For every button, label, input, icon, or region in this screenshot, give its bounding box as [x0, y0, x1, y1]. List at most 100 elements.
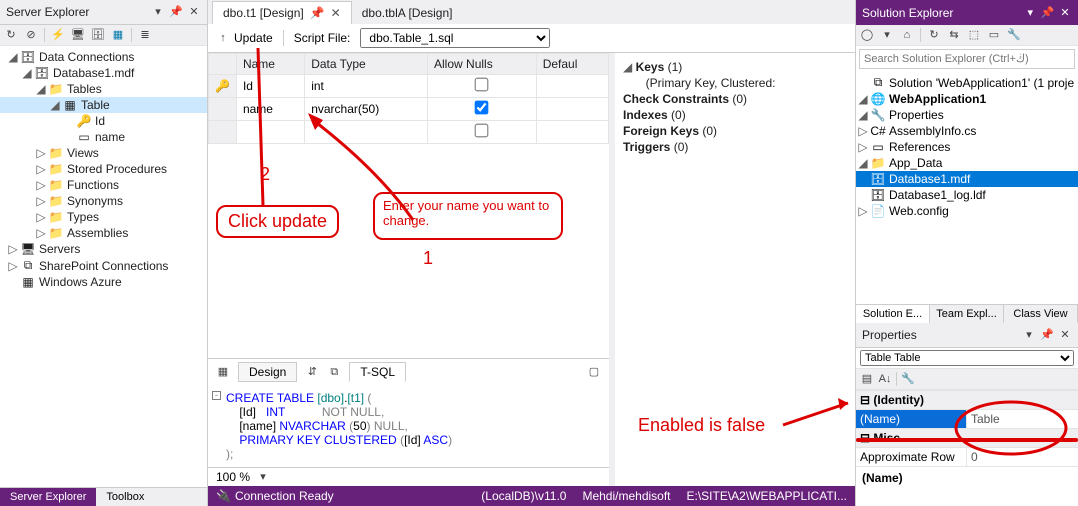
- tree-node[interactable]: ▷📁Stored Procedures: [0, 161, 207, 177]
- solution-tree-node[interactable]: ▷📄Web.config: [856, 203, 1078, 219]
- alphabetical-icon[interactable]: A↓: [878, 372, 892, 386]
- tab-class-view[interactable]: Class View: [1004, 305, 1078, 323]
- forward-icon[interactable]: ▾: [880, 28, 894, 42]
- tree-node[interactable]: ◢📁Tables: [0, 81, 207, 97]
- tab-server-explorer[interactable]: Server Explorer: [0, 488, 96, 506]
- sql-editor[interactable]: -CREATE TABLE [dbo].[t1] ( [Id] INT NOT …: [208, 385, 609, 467]
- columns-grid[interactable]: Name Data Type Allow Nulls Defaul 🔑Idint…: [208, 53, 609, 144]
- expand-icon[interactable]: ▢: [587, 365, 601, 379]
- property-row[interactable]: (Name)Table: [856, 410, 1078, 428]
- outline-toggle[interactable]: -: [212, 391, 221, 400]
- list-icon[interactable]: ≣: [138, 28, 152, 42]
- add-server-icon[interactable]: 🖥: [71, 28, 85, 42]
- script-file-select[interactable]: dbo.Table_1.sql: [360, 28, 550, 48]
- table-row[interactable]: namenvarchar(50): [209, 98, 609, 121]
- pin-icon[interactable]: 📌: [169, 5, 183, 19]
- solution-tree-node[interactable]: 🗄Database1.mdf: [856, 171, 1078, 187]
- back-icon[interactable]: ◯: [860, 28, 874, 42]
- solution-search-input[interactable]: [859, 49, 1075, 69]
- tree-node[interactable]: ▷⧉SharePoint Connections: [0, 257, 207, 274]
- zoom-dropdown-icon[interactable]: ▾: [256, 470, 270, 484]
- server-explorer-tree[interactable]: ◢🗄Data Connections◢🗄Database1.mdf◢📁Table…: [0, 46, 207, 487]
- dropdown-icon[interactable]: ▾: [1023, 6, 1037, 20]
- tree-node[interactable]: ▷📁Views: [0, 145, 207, 161]
- close-icon[interactable]: ✕: [187, 5, 201, 19]
- solution-tree-node[interactable]: ◢📁App_Data: [856, 155, 1078, 171]
- tree-node[interactable]: ▷📁Functions: [0, 177, 207, 193]
- property-category[interactable]: ⊟ (Identity): [856, 390, 1078, 410]
- tree-node[interactable]: ▭name: [0, 129, 207, 145]
- close-icon[interactable]: ✕: [1058, 6, 1072, 20]
- col-allownulls-header[interactable]: Allow Nulls: [428, 54, 537, 75]
- keys-section-header[interactable]: Triggers (0): [623, 139, 847, 155]
- tree-node[interactable]: ▷📁Assemblies: [0, 225, 207, 241]
- col-name-header[interactable]: Name: [236, 54, 304, 75]
- keys-item[interactable]: (Primary Key, Clustered:: [623, 75, 847, 91]
- table-row[interactable]: [209, 121, 609, 144]
- solution-tree-node[interactable]: 🗄Database1_log.ldf: [856, 187, 1078, 203]
- tab-design[interactable]: Design: [238, 362, 297, 382]
- zoom-value[interactable]: 100 %: [216, 470, 250, 484]
- solution-tree-node[interactable]: ◢🌐WebApplication1: [856, 91, 1078, 107]
- zoom-bar: 100 % ▾: [208, 467, 609, 486]
- keys-section-header[interactable]: Foreign Keys (0): [623, 123, 847, 139]
- update-button[interactable]: ↑ Update: [216, 31, 273, 45]
- refresh-icon[interactable]: ↻: [4, 28, 18, 42]
- tree-node[interactable]: ◢🗄Data Connections: [0, 49, 207, 65]
- close-icon[interactable]: ✕: [1058, 328, 1072, 342]
- tree-node[interactable]: ▷📁Synonyms: [0, 193, 207, 209]
- tab-solution-explorer[interactable]: Solution E...: [856, 305, 930, 323]
- property-pages-icon[interactable]: 🔧: [901, 372, 915, 386]
- table-row[interactable]: 🔑Idint: [209, 75, 609, 98]
- showall-icon[interactable]: ⬚: [967, 28, 981, 42]
- dropdown-icon[interactable]: ▾: [151, 5, 165, 19]
- keys-section-header[interactable]: Indexes (0): [623, 107, 847, 123]
- properties-object-combo[interactable]: Table Table: [856, 348, 1078, 369]
- solution-tree-node[interactable]: ◢🔧Properties: [856, 107, 1078, 123]
- status-bar: 🔌Connection Ready (LocalDB)\v11.0 Mehdi/…: [208, 486, 855, 506]
- property-category[interactable]: ⊟ Misc: [856, 428, 1078, 448]
- pin-icon[interactable]: 📌: [310, 6, 325, 20]
- solution-tree-node[interactable]: ▷C#AssemblyInfo.cs: [856, 123, 1078, 139]
- tree-node[interactable]: ▷🖥Servers: [0, 241, 207, 257]
- col-default-header[interactable]: Defaul: [536, 54, 608, 75]
- tab-team-explorer[interactable]: Team Expl...: [930, 305, 1004, 323]
- connect-icon[interactable]: ⚡: [51, 28, 65, 42]
- categorized-icon[interactable]: ▤: [860, 372, 874, 386]
- dropdown-icon[interactable]: ▾: [1022, 328, 1036, 342]
- stop-icon[interactable]: ⊘: [24, 28, 38, 42]
- tab-tsql[interactable]: T-SQL: [349, 362, 406, 382]
- azure-icon[interactable]: ▦: [111, 28, 125, 42]
- tree-node[interactable]: ▦Windows Azure: [0, 274, 207, 290]
- home-icon[interactable]: ⌂: [900, 28, 914, 42]
- swap-icon[interactable]: ⇵: [305, 365, 319, 379]
- close-icon[interactable]: ✕: [331, 6, 341, 20]
- keys-section-header[interactable]: ◢ Keys (1): [623, 59, 847, 75]
- refresh-icon[interactable]: ↻: [927, 28, 941, 42]
- properties-icon[interactable]: 🔧: [1007, 28, 1021, 42]
- editor-area: dbo.t1 [Design] 📌 ✕ dbo.tblA [Design] ↑ …: [208, 0, 855, 506]
- collapse-icon[interactable]: ▭: [987, 28, 1001, 42]
- property-row[interactable]: Approximate Row0: [856, 448, 1078, 466]
- allow-nulls-checkbox[interactable]: [475, 101, 489, 115]
- sync-icon[interactable]: ⇆: [947, 28, 961, 42]
- tree-node[interactable]: ◢▦Table: [0, 97, 207, 113]
- tree-node[interactable]: ◢🗄Database1.mdf: [0, 65, 207, 81]
- tab-dbo-t1-design[interactable]: dbo.t1 [Design] 📌 ✕: [212, 1, 352, 24]
- pin-icon[interactable]: 📌: [1041, 6, 1055, 20]
- solution-tree-node[interactable]: ⧉Solution 'WebApplication1' (1 proje: [856, 74, 1078, 91]
- col-datatype-header[interactable]: Data Type: [305, 54, 428, 75]
- tab-toolbox[interactable]: Toolbox: [96, 488, 154, 506]
- pin-icon[interactable]: 📌: [1040, 328, 1054, 342]
- allow-nulls-checkbox[interactable]: [475, 78, 489, 92]
- add-db-icon[interactable]: 🗄: [91, 28, 105, 42]
- keys-section-header[interactable]: Check Constraints (0): [623, 91, 847, 107]
- server-explorer-panel: Server Explorer ▾ 📌 ✕ ↻ ⊘ ⚡ 🖥 🗄 ▦ ≣ ◢🗄Da…: [0, 0, 208, 506]
- solution-tree[interactable]: ⧉Solution 'WebApplication1' (1 proje◢🌐We…: [856, 72, 1078, 304]
- tree-node[interactable]: 🔑Id: [0, 113, 207, 129]
- solution-tree-node[interactable]: ▷▭References: [856, 139, 1078, 155]
- tab-dbo-tbla-design[interactable]: dbo.tblA [Design]: [352, 2, 463, 24]
- tree-node[interactable]: ▷📁Types: [0, 209, 207, 225]
- properties-grid[interactable]: ⊟ (Identity)(Name)Table⊟ MiscApproximate…: [856, 390, 1078, 466]
- allow-nulls-checkbox[interactable]: [475, 124, 489, 138]
